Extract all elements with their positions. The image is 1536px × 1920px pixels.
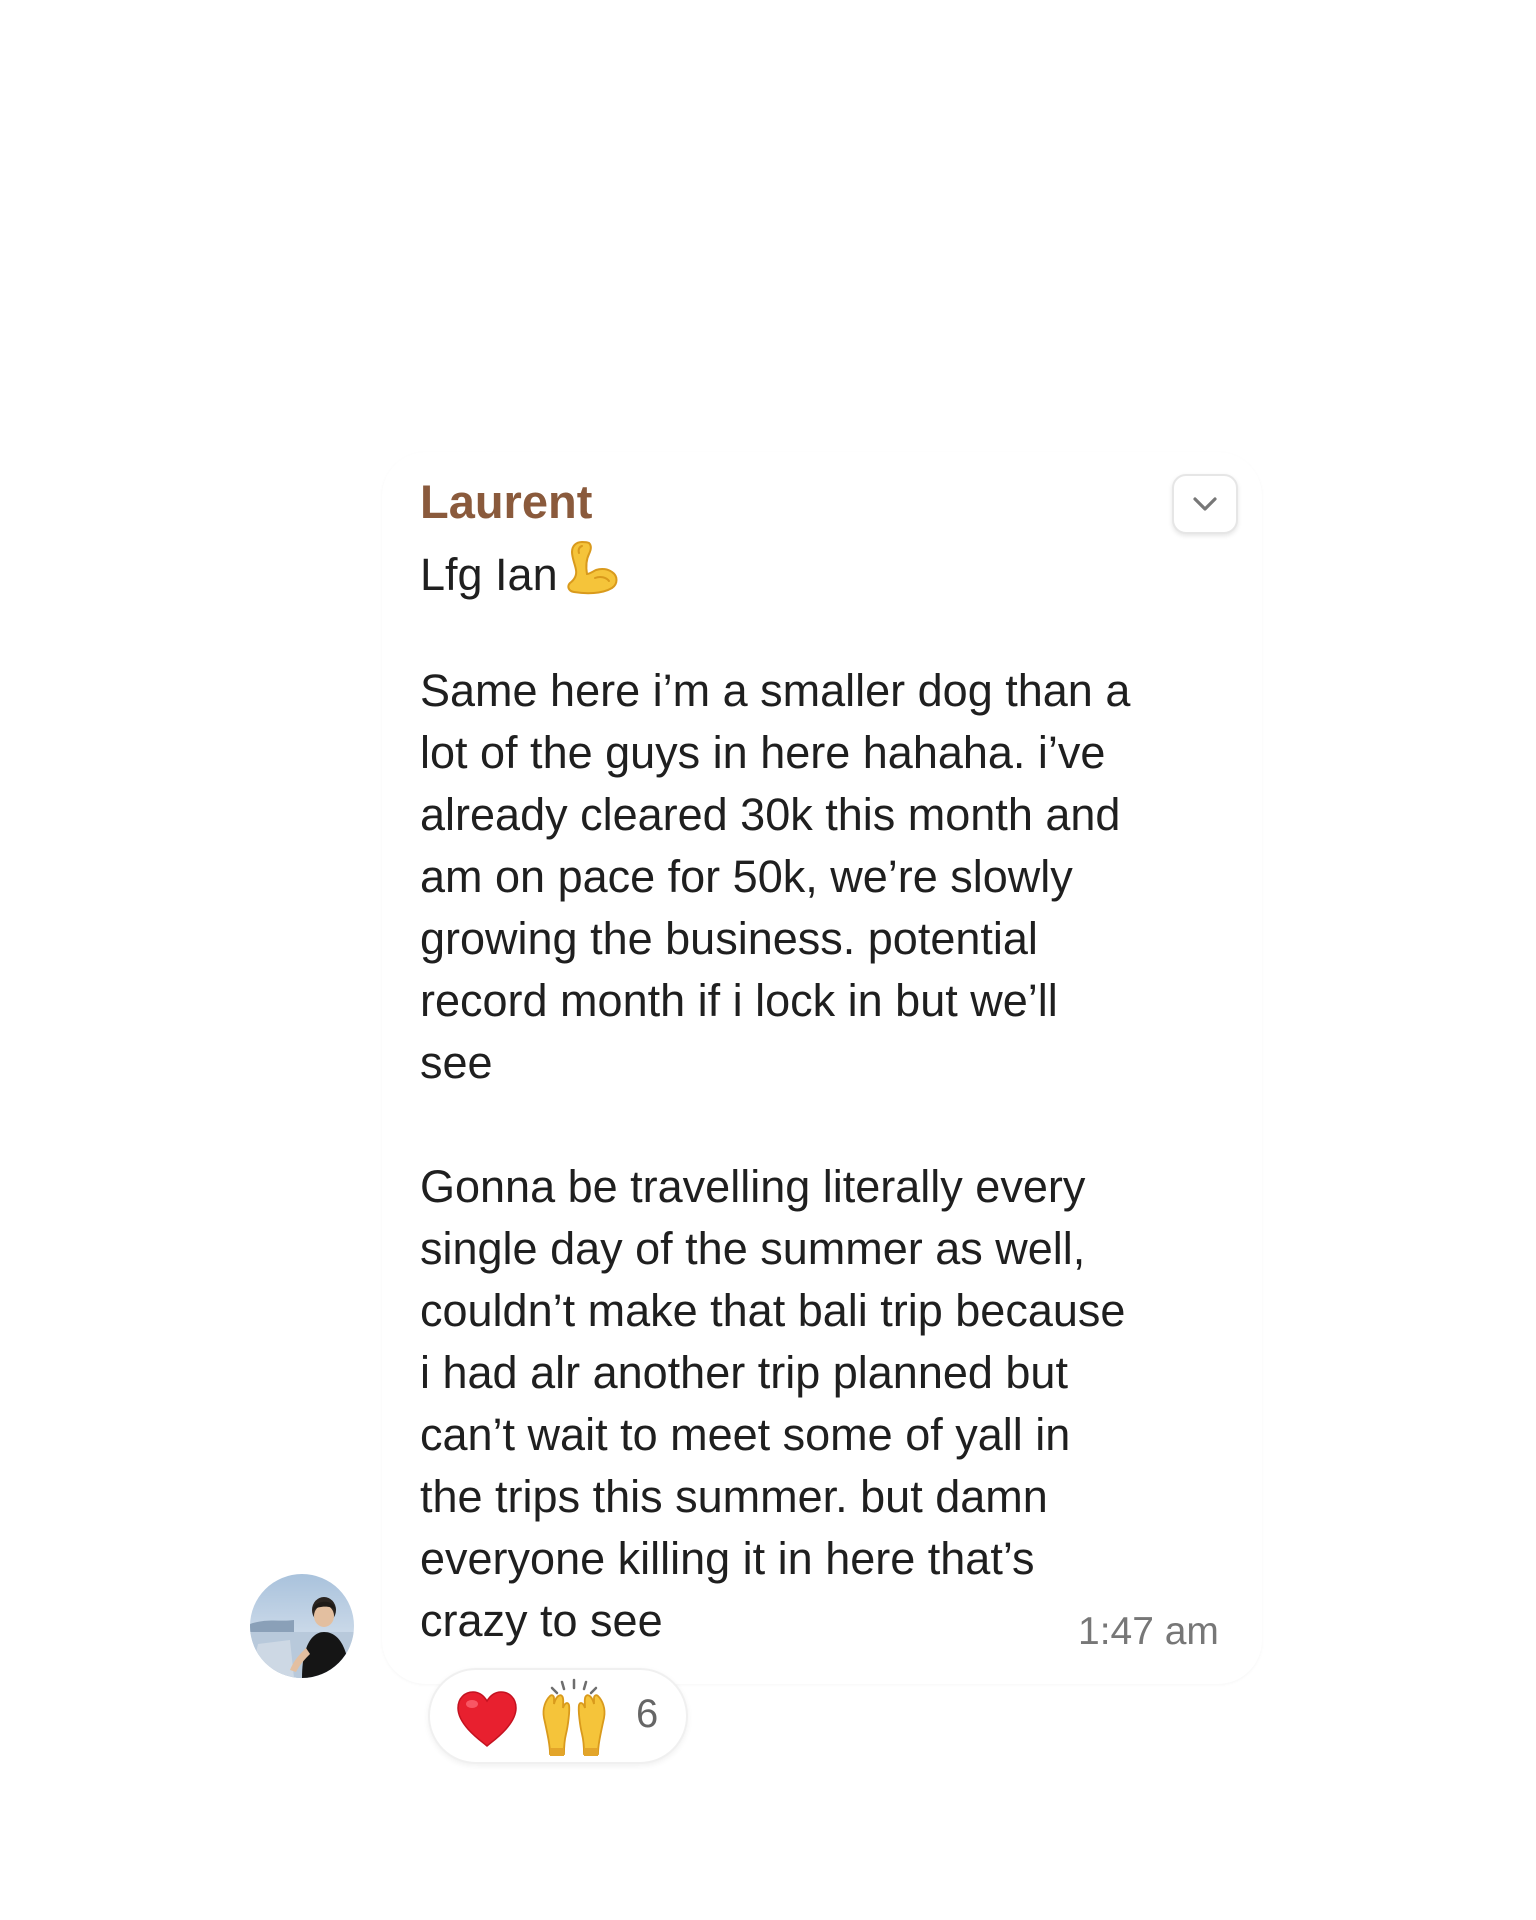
message-line (420, 598, 1250, 660)
avatar[interactable] (250, 1574, 354, 1678)
message-line (420, 1094, 1250, 1156)
message-line: lot of the guys in here hahaha. i’ve (420, 727, 1106, 778)
message-line: i had alr another trip planned but (420, 1347, 1068, 1398)
message-line: Lfg Ian (420, 536, 1250, 600)
message-line: single day of the summer as well, (420, 1223, 1086, 1274)
flexed-biceps-icon (566, 540, 618, 595)
message-line: Same here i’m a smaller dog than a (420, 665, 1131, 716)
message-text: Lfg Ian Same here i’m a smaller dog than… (420, 536, 1250, 1652)
message-line: growing the business. potential (420, 913, 1038, 964)
message-line: Gonna be travelling literally every (420, 1161, 1086, 1212)
reactions-pill[interactable]: 6 (428, 1668, 688, 1764)
message-line: the trips this summer. but damn (420, 1471, 1048, 1522)
message-timestamp: 1:47 am (1078, 1610, 1219, 1653)
raised-hands-icon (542, 1678, 606, 1756)
message-line: see (420, 1037, 493, 1088)
message-line: record month if i lock in but we’ll (420, 975, 1058, 1026)
avatar-photo (250, 1574, 354, 1678)
message-line-text: Lfg Ian (420, 549, 558, 600)
message-options-button[interactable] (1172, 474, 1238, 534)
message-line: am on pace for 50k, we’re slowly (420, 851, 1073, 902)
reaction-count: 6 (636, 1692, 659, 1736)
heart-icon (457, 1691, 517, 1748)
message-line: couldn’t make that bali trip because (420, 1285, 1126, 1336)
message-line: everyone killing it in here that’s (420, 1533, 1035, 1584)
message-line: can’t wait to meet some of yall in (420, 1409, 1071, 1460)
message-line: already cleared 30k this month and (420, 789, 1121, 840)
chevron-down-icon (1193, 497, 1217, 511)
sender-name[interactable]: Laurent (420, 474, 592, 529)
